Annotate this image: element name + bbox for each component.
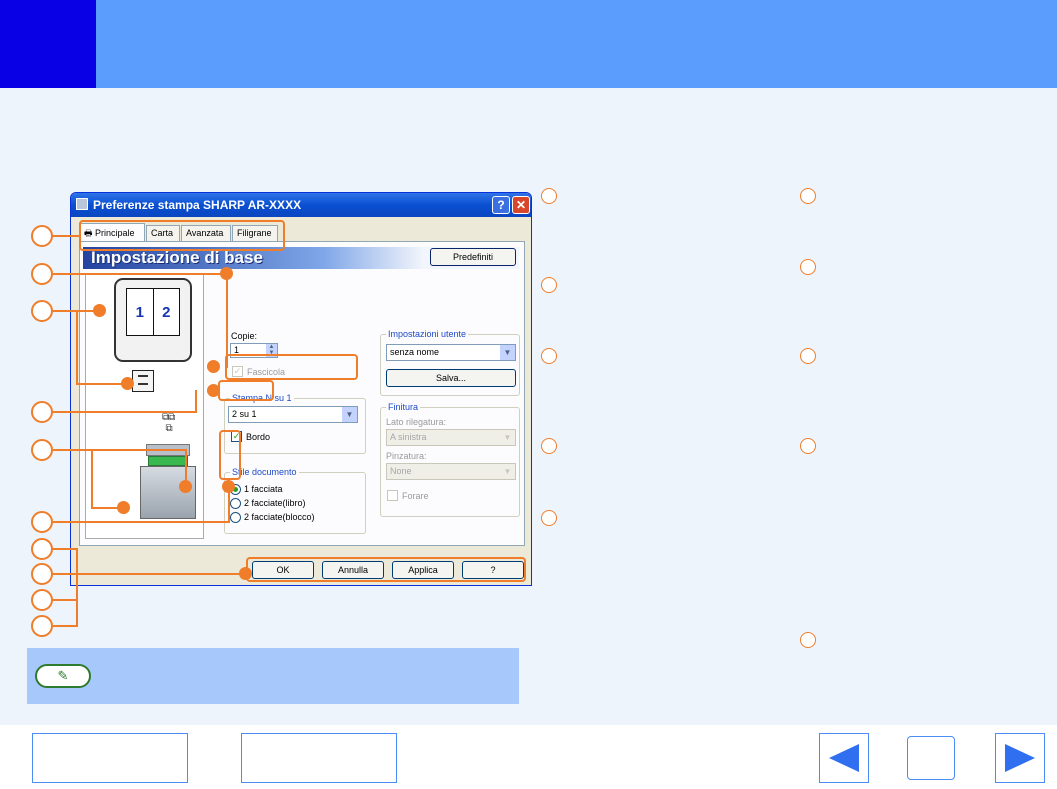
arrow-left-icon: [829, 744, 859, 772]
nav-center-button[interactable]: [907, 736, 955, 780]
radio-1-facciata-label: 1 facciata: [244, 484, 283, 494]
marker-circle: [800, 188, 816, 204]
page-layout: 1 2: [126, 288, 180, 336]
leader-line: [76, 548, 78, 627]
callout-dot: [239, 567, 252, 580]
chevron-down-icon: ▼: [500, 430, 515, 445]
footer-button-middle[interactable]: [241, 733, 397, 783]
callout-circle: [31, 439, 53, 461]
callout-circle: [31, 563, 53, 585]
previous-page-button[interactable]: [819, 733, 869, 783]
next-page-button[interactable]: [995, 733, 1045, 783]
leader-line: [52, 548, 78, 550]
dialog-title: Preferenze stampa SHARP AR-XXXX: [93, 198, 302, 212]
tab-panel: Impostazione di base Predefiniti 1 2 ⧉⧉ …: [79, 241, 525, 546]
border-label: Bordo: [246, 432, 271, 442]
marker-circle: [800, 348, 816, 364]
callout-circle: [31, 615, 53, 637]
page-number-1: 1: [135, 303, 144, 321]
leader-line: [91, 449, 93, 509]
n-up-preview: 1 2: [114, 278, 192, 362]
document-style-highlight: [219, 430, 241, 480]
callout-circle: [31, 263, 53, 285]
callout-circle: [31, 511, 53, 533]
radio-2-facciate-blocco-label: 2 facciate(blocco): [244, 512, 315, 522]
marker-circle: [541, 348, 557, 364]
pencil-note-icon: ✎: [35, 664, 91, 688]
marker-circle: [800, 632, 816, 648]
leader-line: [52, 273, 228, 275]
callout-dot: [179, 480, 192, 493]
defaults-button[interactable]: Predefiniti: [430, 248, 516, 266]
chevron-down-icon: ▼: [342, 407, 357, 422]
callout-dot: [117, 501, 130, 514]
n-up-highlight: [225, 354, 358, 380]
tabs-highlight: [79, 220, 285, 251]
printer-icon: [76, 198, 88, 210]
document-icon: [132, 370, 154, 392]
copies-label: Copie:: [231, 331, 258, 341]
n-up-select[interactable]: 2 su 1 ▼: [228, 406, 358, 423]
banner-title: Impostazione di base: [91, 248, 263, 267]
leader-line: [52, 235, 80, 237]
user-settings-select[interactable]: senza nome ▼: [386, 344, 516, 361]
callout-dot: [207, 360, 220, 373]
callout-dot: [207, 384, 220, 397]
header-accent-block: [0, 0, 96, 88]
chevron-down-icon: ▼: [500, 345, 515, 360]
titlebar-help-button[interactable]: ?: [492, 196, 510, 214]
dialog-titlebar: Preferenze stampa SHARP AR-XXXX ? ✕: [71, 193, 531, 217]
callout-circle: [31, 401, 53, 423]
callout-circle: [31, 300, 53, 322]
buttons-highlight: [246, 557, 526, 582]
marker-circle: [541, 438, 557, 454]
leader-line: [52, 599, 78, 601]
footer-button-left[interactable]: [32, 733, 188, 783]
binding-label: Lato rilegatura:: [386, 417, 447, 427]
callout-dot: [121, 377, 134, 390]
radio-2-facciate-libro-label: 2 facciate(libro): [244, 498, 306, 508]
leader-line: [52, 449, 187, 451]
staple-select: None ▼: [386, 463, 516, 480]
leader-line: [76, 310, 78, 384]
callout-circle: [31, 589, 53, 611]
print-preferences-dialog: Preferenze stampa SHARP AR-XXXX ? ✕ 🖶 Pr…: [70, 192, 532, 586]
marker-circle: [541, 188, 557, 204]
page-number-2: 2: [152, 289, 180, 335]
radio-2-facciate-blocco[interactable]: [230, 512, 241, 523]
titlebar-close-button[interactable]: ✕: [512, 196, 530, 214]
marker-circle: [800, 438, 816, 454]
user-settings-title: Impostazioni utente: [386, 329, 469, 339]
note-box: ✎: [27, 648, 519, 704]
callout-dot: [222, 480, 235, 493]
marker-circle: [541, 277, 557, 293]
leader-line: [52, 411, 197, 413]
finishing-title: Finitura: [386, 402, 421, 412]
save-button[interactable]: Salva...: [386, 369, 516, 387]
radio-2-facciate-libro[interactable]: [230, 498, 241, 509]
leader-line: [52, 521, 230, 523]
page-header: [0, 0, 1057, 88]
callout-circle: [31, 538, 53, 560]
border-highlight: [218, 380, 274, 401]
punch-checkbox: [387, 490, 398, 501]
chevron-down-icon: ▼: [500, 464, 515, 479]
callout-dot: [220, 267, 233, 280]
leader-line: [226, 273, 228, 368]
callout-circle: [31, 225, 53, 247]
callout-dot: [93, 304, 106, 317]
punch-label: Forare: [402, 491, 429, 501]
leader-line: [195, 390, 197, 413]
marker-circle: [541, 510, 557, 526]
binding-select: A sinistra ▼: [386, 429, 516, 446]
leader-line: [52, 573, 247, 575]
marker-circle: [800, 259, 816, 275]
leader-line: [52, 625, 78, 627]
staple-label: Pinzatura:: [386, 451, 427, 461]
arrow-right-icon: [1005, 744, 1035, 772]
copies-icon: ⧉⧉ ⧉: [162, 412, 175, 434]
